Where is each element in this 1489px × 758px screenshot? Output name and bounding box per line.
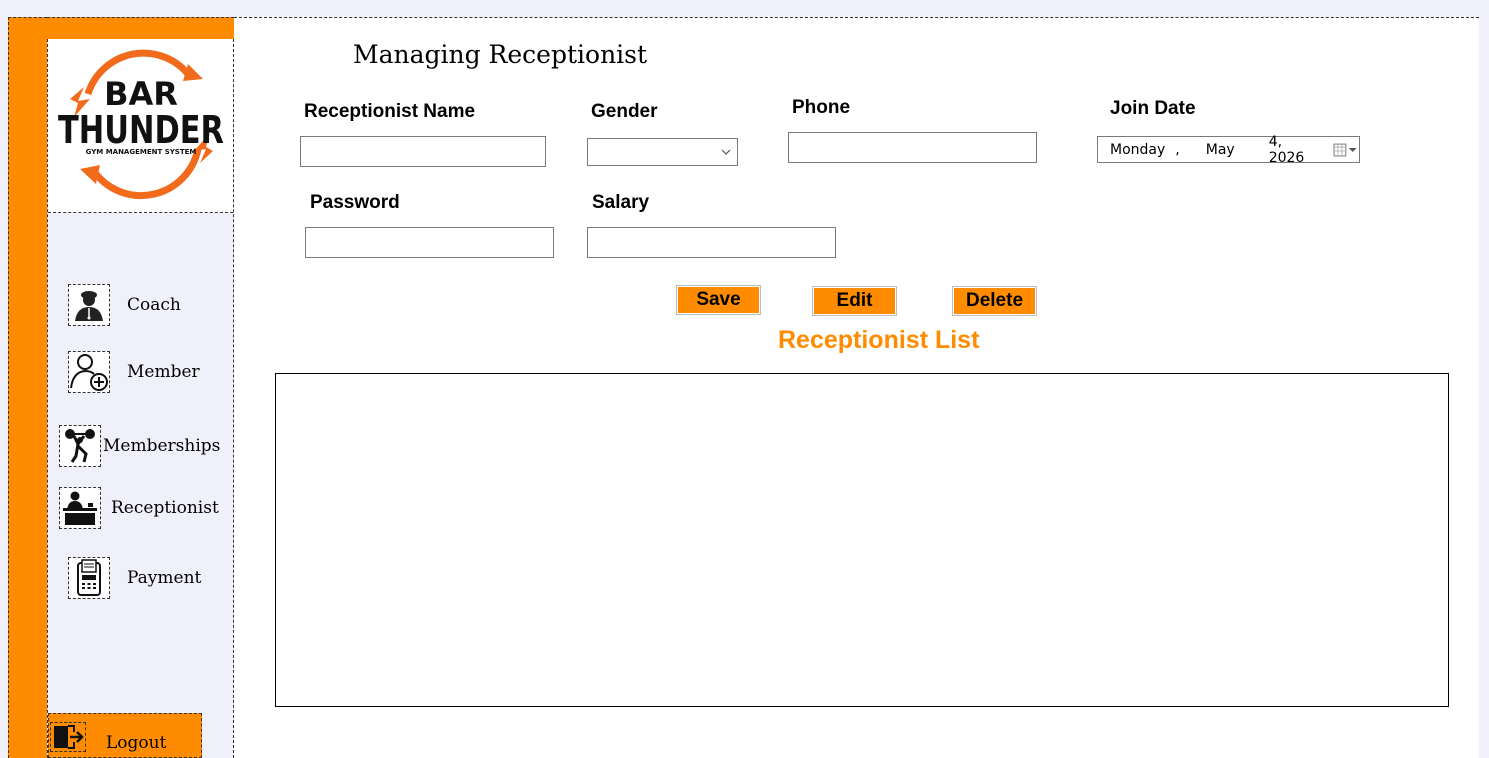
receptionist-name-input[interactable] [300,136,546,167]
phone-input[interactable] [788,132,1037,163]
logo: BAR THUNDER GYM MANAGEMENT SYSTEM [48,39,233,213]
sidebar-item-label: Coach [127,295,181,315]
join-date-month: May [1205,141,1235,158]
gender-label: Gender [591,101,658,122]
main-panel: Managing Receptionist Receptionist Name … [234,17,1479,758]
receptionist-list-title: Receptionist List [778,326,980,354]
weightlifter-icon [59,425,101,467]
logout-button[interactable]: Logout [48,713,202,758]
join-date-separator: , [1175,141,1180,158]
delete-button[interactable]: Delete [952,286,1037,316]
password-input[interactable] [305,227,554,258]
sidebar-item-label: Memberships [103,436,221,456]
password-label: Password [310,192,400,213]
payment-terminal-icon [68,557,110,599]
edit-button[interactable]: Edit [812,286,897,316]
sidebar-item-coach[interactable]: Coach [68,284,181,326]
sidebar-item-member[interactable]: Member [68,351,200,393]
sidebar-item-label: Payment [127,568,202,588]
calendar-dropdown-icon [1333,143,1358,156]
gender-select[interactable] [587,138,738,166]
svg-text:THUNDER: THUNDER [58,108,224,152]
salary-input[interactable] [587,227,836,258]
add-member-icon [68,351,110,393]
join-date-day-year: 4, 2026 [1268,133,1305,166]
receptionist-name-label: Receptionist Name [304,101,476,122]
chevron-down-icon [721,149,731,155]
sidebar-accent-top [47,17,234,39]
phone-label: Phone [792,97,851,118]
sidebar-item-label: Receptionist [111,498,219,518]
salary-label: Salary [592,192,650,213]
logout-label: Logout [106,733,167,753]
save-button[interactable]: Save [676,285,761,315]
join-date-picker[interactable]: Monday , May 4, 2026 [1097,133,1360,166]
sidebar-item-receptionist[interactable]: Receptionist [59,487,219,529]
svg-text:GYM MANAGEMENT SYSTEM: GYM MANAGEMENT SYSTEM [86,148,197,156]
sidebar-item-payment[interactable]: Payment [68,557,201,599]
bar-thunder-logo-icon: BAR THUNDER GYM MANAGEMENT SYSTEM [58,49,224,200]
join-date-weekday: Monday [1110,141,1166,158]
logout-door-icon [50,722,86,752]
receptionist-list-grid[interactable] [275,373,1449,707]
sidebar-item-memberships[interactable]: Memberships [59,425,220,467]
join-date-label: Join Date [1110,98,1196,119]
page-title: Managing Receptionist [353,40,648,69]
sidebar: BAR THUNDER GYM MANAGEMENT SYSTEM Coach … [47,39,234,758]
sidebar-accent-strip [8,17,47,758]
coach-icon [68,284,110,326]
sidebar-item-label: Member [127,362,200,382]
receptionist-desk-icon [59,487,101,529]
